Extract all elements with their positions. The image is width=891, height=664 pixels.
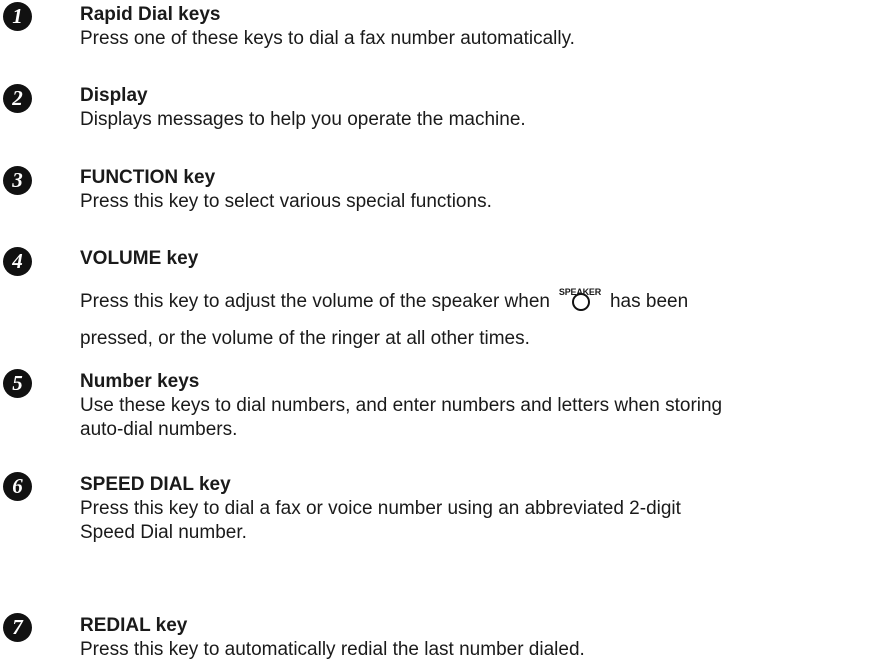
item-title: VOLUME key [80, 248, 199, 269]
item-description-line: Press this key to dial a fax or voice nu… [80, 498, 681, 519]
item-description-line: Press this key to adjust the volume of t… [80, 287, 689, 314]
item-description-line: auto-dial numbers. [80, 419, 238, 440]
number-badge: 5 [3, 369, 32, 398]
description-text: has been [609, 291, 689, 312]
item-title: SPEED DIAL key [80, 474, 231, 495]
item-title: FUNCTION key [80, 167, 216, 188]
item-description: Displays messages to help you operate th… [80, 109, 526, 130]
item-description: Press this key to automatically redial t… [80, 639, 585, 660]
item-description: Press one of these keys to dial a fax nu… [80, 28, 575, 49]
item-title: Display [80, 85, 148, 106]
description-text: Press this key to adjust the volume of t… [80, 291, 550, 312]
item-description: Press this key to select various special… [80, 191, 492, 212]
number-badge: 2 [3, 84, 32, 113]
item-title: Rapid Dial keys [80, 4, 221, 25]
number-badge: 3 [3, 166, 32, 195]
item-description-line: pressed, or the volume of the ringer at … [80, 328, 530, 349]
speaker-button-circle [571, 293, 590, 311]
number-badge: 6 [3, 472, 32, 501]
item-title: REDIAL key [80, 615, 188, 636]
item-title: Number keys [80, 371, 200, 392]
speaker-key-icon: SPEAKER [554, 287, 606, 314]
item-description-line: Use these keys to dial numbers, and ente… [80, 395, 723, 416]
number-badge: 4 [3, 247, 32, 276]
number-badge: 7 [3, 613, 32, 642]
item-description-line: Speed Dial number. [80, 522, 247, 543]
number-badge: 1 [3, 2, 32, 31]
